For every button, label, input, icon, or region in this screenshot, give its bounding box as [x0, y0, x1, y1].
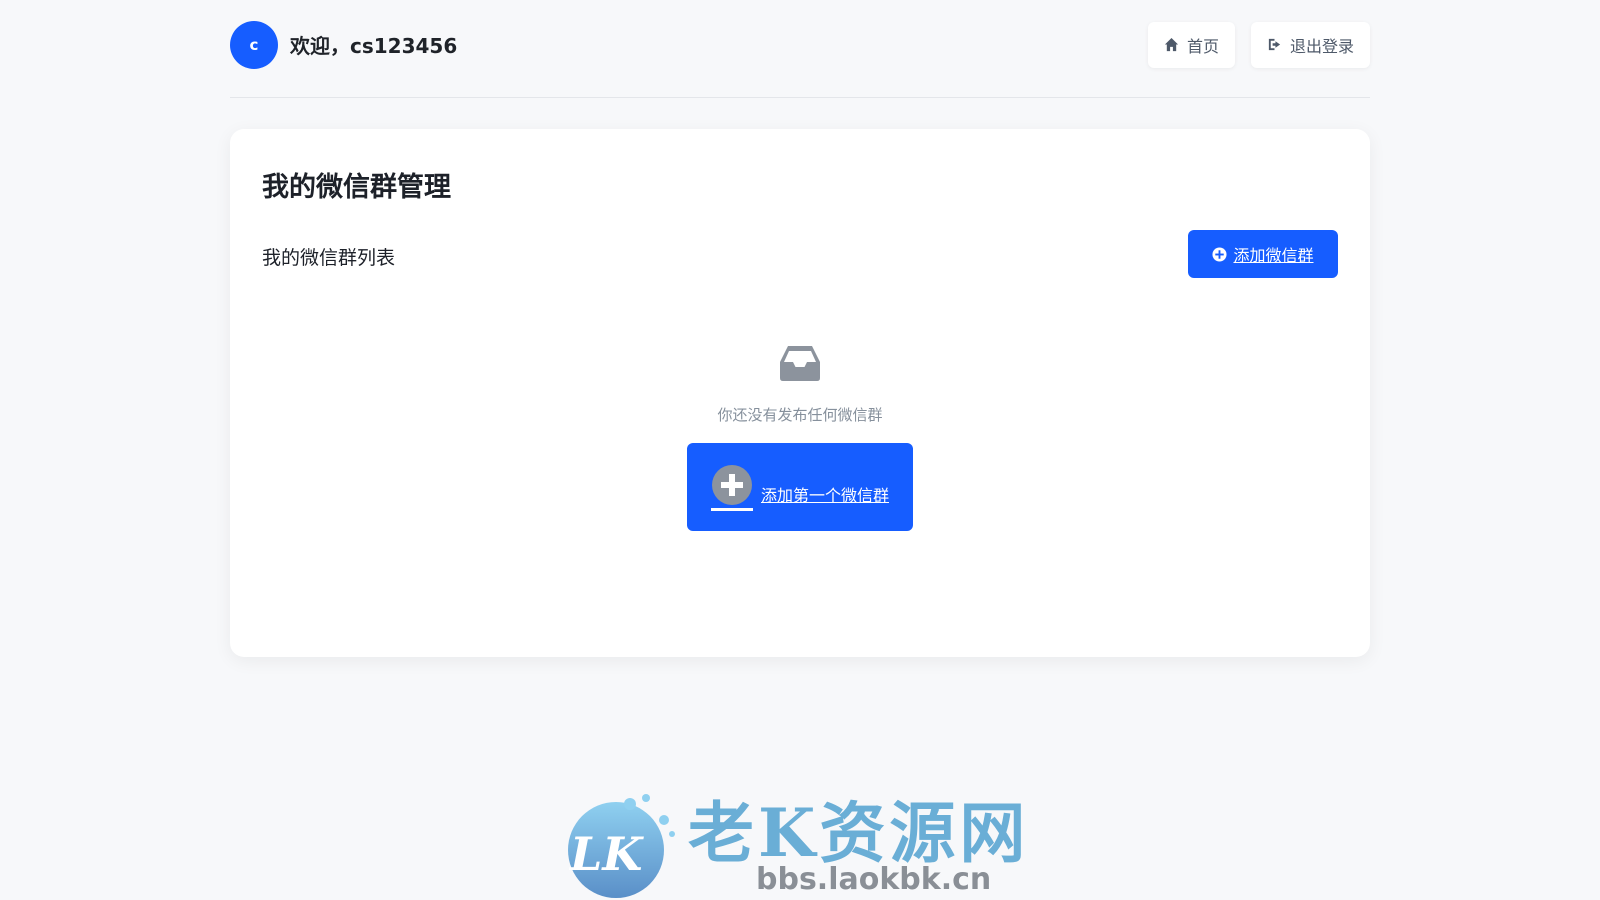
watermark-logo-text: LK: [568, 827, 644, 881]
add-group-button[interactable]: 添加微信群: [1188, 230, 1338, 278]
add-group-button-label: 添加微信群: [1233, 246, 1314, 265]
inbox-icon: [778, 344, 822, 386]
user-info: c 欢迎，cs123456: [230, 20, 458, 69]
empty-state: 你还没有发布任何微信群 添加第一个微信群: [230, 344, 1370, 531]
page: c 欢迎，cs123456 首页 退出登录 我的微信群管理 我的微信群列表 添加…: [0, 0, 1600, 900]
watermark-logo-icon: LK: [568, 794, 675, 898]
list-title: 我的微信群列表: [262, 247, 396, 269]
welcome-text: 欢迎，cs123456: [290, 34, 458, 58]
add-first-group-button[interactable]: 添加第一个微信群: [687, 443, 913, 531]
home-icon: [1164, 37, 1179, 52]
plus-circle-icon: [1212, 246, 1228, 262]
home-button[interactable]: 首页: [1147, 21, 1235, 68]
home-button-label: 首页: [1186, 36, 1219, 56]
add-first-group-label: 添加第一个微信群: [760, 486, 889, 505]
top-header: c 欢迎，cs123456 首页 退出登录: [230, 0, 1370, 98]
sign-out-icon: [1268, 38, 1281, 51]
logout-button[interactable]: 退出登录: [1250, 21, 1370, 68]
avatar[interactable]: c: [230, 20, 278, 69]
header-actions: 首页 退出登录: [1147, 21, 1370, 68]
plus-circle-icon: [710, 464, 753, 511]
page-title: 我的微信群管理: [262, 172, 451, 203]
logout-button-label: 退出登录: [1289, 36, 1354, 56]
group-management-card: 我的微信群管理 我的微信群列表 添加微信群 你还没有发布任何微信群 添加第一个微…: [230, 129, 1370, 657]
watermark-url: bbs.laokbk.cn: [756, 862, 992, 897]
icon-underline: [710, 507, 753, 511]
empty-message: 你还没有发布任何微信群: [717, 406, 883, 424]
watermark: LK 老K资源网 bbs.laokbk.cn: [560, 776, 1050, 900]
